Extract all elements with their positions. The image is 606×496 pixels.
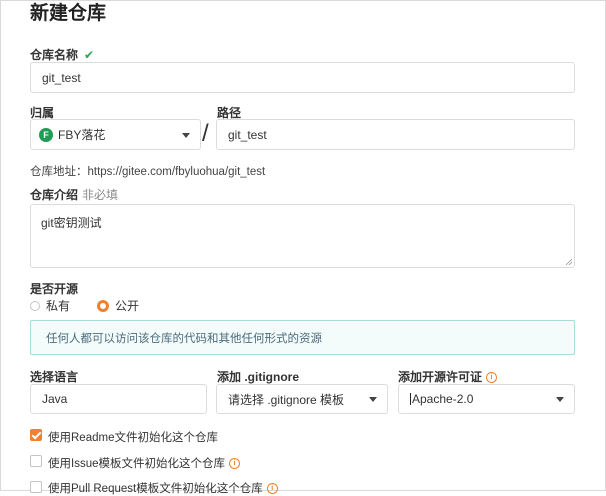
repo-name-label: 仓库名称 <box>30 48 79 62</box>
repo-name-input[interactable]: git_test <box>30 62 575 93</box>
language-select[interactable]: Java <box>30 384 207 414</box>
owner-value: FBY落花 <box>58 128 106 142</box>
visibility-notice: 任何人都可以访问该仓库的代码和其他任何形式的资源 <box>30 320 575 355</box>
license-value: Apache-2.0 <box>412 392 474 406</box>
resize-handle-icon[interactable] <box>565 258 572 265</box>
license-label-row: 添加开源许可证 i <box>398 368 498 385</box>
optional-hint: 非必填 <box>82 188 119 202</box>
info-icon[interactable]: i <box>229 458 240 470</box>
info-icon[interactable]: i <box>266 483 278 495</box>
visibility-label: 是否开源 <box>30 282 79 296</box>
radio-private[interactable]: 私有 <box>30 297 70 315</box>
radio-private-circle[interactable] <box>30 300 40 311</box>
issue-template-checkbox-label: 使用Issue模板文件初始化这个仓库 <box>48 458 225 470</box>
path-separator: / <box>202 120 209 147</box>
radio-public-circle[interactable] <box>97 299 109 312</box>
description-value: git密钥测试 <box>41 216 102 230</box>
license-select[interactable]: Apache-2.0 <box>398 384 575 414</box>
path-input[interactable]: git_test <box>216 119 575 150</box>
gitignore-value: 请选择 .gitignore 模板 <box>228 392 345 407</box>
check-icon: ✔ <box>84 48 95 62</box>
text-cursor <box>410 393 411 405</box>
issue-template-checkbox[interactable] <box>30 455 42 467</box>
language-value: Java <box>42 392 68 406</box>
issue-template-row: 使用Issue模板文件初始化这个仓库 i <box>48 455 240 471</box>
owner-select[interactable]: F FBY落花 <box>30 119 201 150</box>
gitignore-label: 添加 .gitignore <box>217 370 299 384</box>
chevron-down-icon <box>182 132 190 138</box>
description-label: 仓库介绍 <box>30 188 79 202</box>
info-icon[interactable]: i <box>486 372 498 384</box>
description-textarea[interactable]: git密钥测试 <box>30 204 575 268</box>
repo-name-label-row: 仓库名称 ✔ <box>30 46 94 63</box>
chevron-down-icon <box>556 397 564 402</box>
radio-private-label: 私有 <box>46 299 71 314</box>
gitignore-select[interactable]: 请选择 .gitignore 模板 <box>216 384 388 414</box>
visibility-notice-text: 任何人都可以访问该仓库的代码和其他任何形式的资源 <box>46 332 322 345</box>
radio-public[interactable]: 公开 <box>97 297 139 315</box>
description-label-row: 仓库介绍 非必填 <box>30 186 118 203</box>
readme-checkbox[interactable] <box>30 429 42 441</box>
language-label: 选择语言 <box>30 370 79 384</box>
avatar: F <box>39 127 53 142</box>
pr-template-checkbox-label: 使用Pull Request模板文件初始化这个仓库 <box>48 483 263 495</box>
path-value: git_test <box>228 127 267 142</box>
pr-template-checkbox[interactable] <box>30 481 42 493</box>
pr-template-row: 使用Pull Request模板文件初始化这个仓库 i <box>48 480 278 496</box>
chevron-down-icon <box>369 397 377 402</box>
license-label: 添加开源许可证 <box>398 370 483 384</box>
repo-name-value: git_test <box>42 70 81 85</box>
readme-checkbox-label: 使用Readme文件初始化这个仓库 <box>48 432 218 444</box>
radio-public-label: 公开 <box>115 299 140 314</box>
page-title: 新建仓库 <box>30 3 107 24</box>
repo-address: 仓库地址：https://gitee.com/fbyluohua/git_tes… <box>30 166 266 178</box>
